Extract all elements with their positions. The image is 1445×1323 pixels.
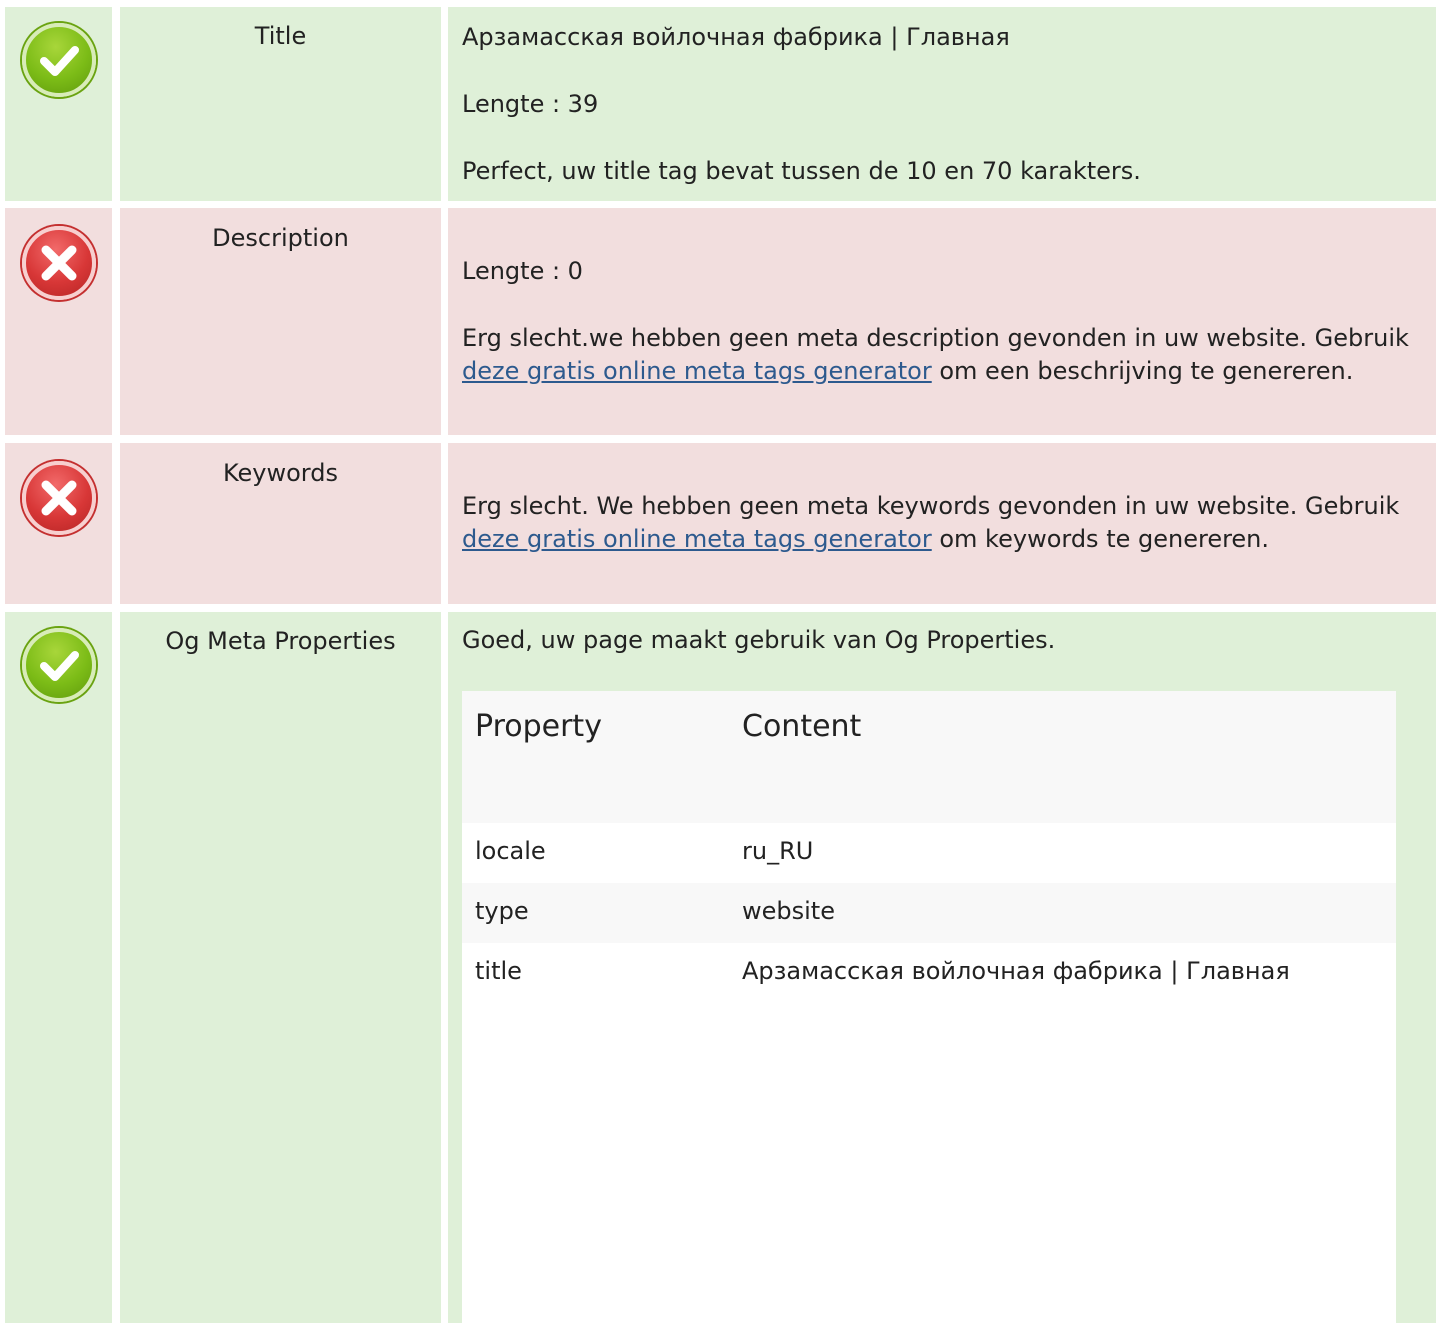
cell-content: website bbox=[742, 897, 835, 925]
title-value: Арзамасская войлочная фабрика | Главная bbox=[462, 23, 1010, 51]
status-cell bbox=[5, 208, 112, 435]
og-properties-table: Property Content locale ru_RU type websi… bbox=[462, 691, 1396, 1323]
description-length: Lengte : 0 bbox=[462, 257, 583, 285]
status-cell bbox=[5, 7, 112, 201]
seo-row-keywords: Keywords Erg slecht. We hebben geen meta… bbox=[0, 443, 1445, 604]
label-cell: Description bbox=[120, 208, 441, 435]
x-circle-icon bbox=[22, 226, 96, 300]
row-label: Description bbox=[212, 224, 349, 252]
seo-row-title: Title Арзамасская войлочная фабрика | Гл… bbox=[0, 7, 1445, 201]
body-cell: Lengte : 0 Erg slecht.we hebben geen met… bbox=[448, 208, 1436, 435]
body-cell: Арзамасская войлочная фабрика | Главная … bbox=[448, 7, 1436, 201]
seo-row-description: Description Lengte : 0 Erg slecht.we heb… bbox=[0, 208, 1445, 435]
table-row: type website bbox=[462, 883, 1396, 943]
row-label: Og Meta Properties bbox=[165, 627, 396, 655]
row-label: Title bbox=[254, 22, 307, 50]
meta-tags-generator-link[interactable]: deze gratis online meta tags generator bbox=[462, 525, 932, 553]
body-cell: Erg slecht. We hebben geen meta keywords… bbox=[448, 443, 1436, 604]
message-text: om keywords te genereren. bbox=[931, 525, 1270, 553]
message-text: Erg slecht.we hebben geen meta descripti… bbox=[462, 324, 1409, 352]
title-length: Lengte : 39 bbox=[462, 90, 599, 118]
status-cell bbox=[5, 443, 112, 604]
row-label: Keywords bbox=[222, 459, 338, 487]
table-header: Property Content bbox=[462, 691, 1396, 823]
table-row: title Арзамасская войлочная фабрика | Гл… bbox=[462, 943, 1396, 1003]
cell-content: Арзамасская войлочная фабрика | Главная bbox=[742, 957, 1290, 985]
check-circle-icon bbox=[22, 628, 96, 702]
cell-content: ru_RU bbox=[742, 837, 814, 865]
cell-property: type bbox=[475, 897, 529, 925]
meta-tags-generator-link[interactable]: deze gratis online meta tags generator bbox=[462, 357, 932, 385]
cell-property: title bbox=[475, 957, 522, 985]
cell-property: locale bbox=[475, 837, 546, 865]
label-cell: Og Meta Properties bbox=[120, 612, 441, 1323]
description-message: Erg slecht.we hebben geen meta descripti… bbox=[462, 322, 1422, 388]
header-content: Content bbox=[742, 709, 862, 744]
check-circle-icon bbox=[22, 23, 96, 97]
x-circle-icon bbox=[22, 461, 96, 535]
message-text: Erg slecht. We hebben geen meta keywords… bbox=[462, 492, 1400, 520]
message-text: om een beschrijving te genereren. bbox=[931, 357, 1354, 385]
seo-row-og-properties: Og Meta Properties Goed, uw page maakt g… bbox=[0, 612, 1445, 1323]
og-message: Goed, uw page maakt gebruik van Og Prope… bbox=[462, 626, 1056, 654]
label-cell: Title bbox=[120, 7, 441, 201]
header-property: Property bbox=[475, 709, 602, 744]
label-cell: Keywords bbox=[120, 443, 441, 604]
body-cell: Goed, uw page maakt gebruik van Og Prope… bbox=[448, 612, 1436, 1323]
title-message: Perfect, uw title tag bevat tussen de 10… bbox=[462, 157, 1141, 185]
table-row: locale ru_RU bbox=[462, 823, 1396, 883]
status-cell bbox=[5, 612, 112, 1323]
keywords-message: Erg slecht. We hebben geen meta keywords… bbox=[462, 490, 1422, 556]
